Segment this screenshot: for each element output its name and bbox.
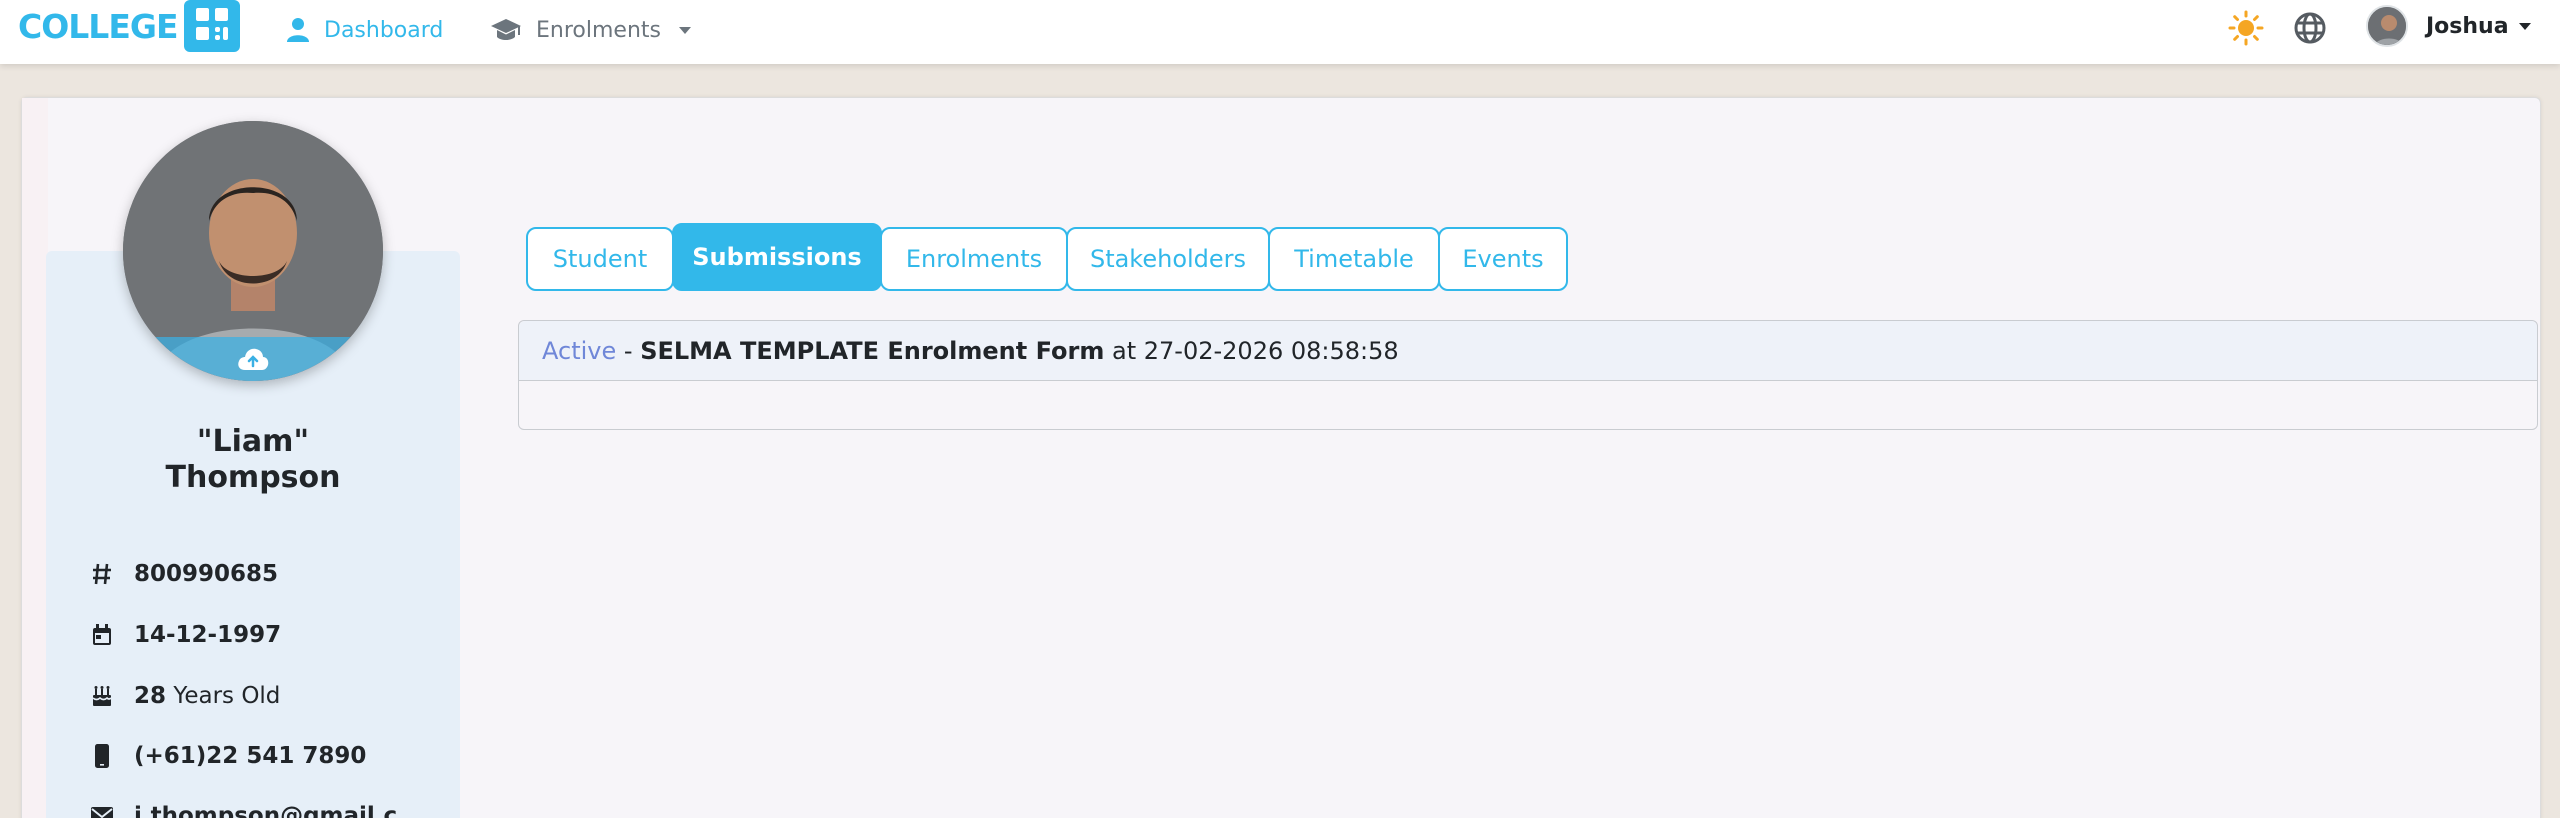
student-dob-row: 14-12-1997 xyxy=(90,619,281,651)
chevron-down-icon xyxy=(678,26,691,34)
submission-header: Active - SELMA TEMPLATE Enrolment Form a… xyxy=(519,321,2537,381)
submission-form-name: SELMA TEMPLATE Enrolment Form xyxy=(640,336,1105,365)
user-icon xyxy=(287,18,309,42)
hash-icon xyxy=(90,561,114,587)
student-age-suffix: Years Old xyxy=(173,683,281,709)
nav-enrolments-dropdown[interactable]: Enrolments xyxy=(490,14,691,46)
student-phone-row: (+61)22 541 7890 xyxy=(90,740,366,772)
student-email-row: j.thompson@gmail.c xyxy=(90,800,397,818)
envelope-icon xyxy=(90,803,114,818)
submission-datetime: 27-02-2026 08:58:58 xyxy=(1143,336,1399,365)
tab-student[interactable]: Student xyxy=(526,227,674,291)
mobile-phone-icon xyxy=(90,743,114,769)
student-email[interactable]: j.thompson@gmail.c xyxy=(134,803,397,818)
tab-submissions[interactable]: Submissions xyxy=(672,223,882,291)
student-id: 800990685 xyxy=(134,561,279,587)
cloud-upload-icon xyxy=(238,348,269,370)
student-nickname: "Liam" xyxy=(196,424,310,459)
submission-item[interactable]: Active - SELMA TEMPLATE Enrolment Form a… xyxy=(518,320,2538,430)
nav-dashboard-label: Dashboard xyxy=(324,17,444,43)
student-photo xyxy=(123,121,383,381)
user-menu-dropdown[interactable]: Joshua xyxy=(2426,12,2531,40)
globe-icon[interactable] xyxy=(2292,10,2328,46)
submission-separator: - xyxy=(623,336,633,365)
upload-photo-button[interactable] xyxy=(123,337,383,381)
tab-stakeholders[interactable]: Stakeholders xyxy=(1066,227,1270,291)
student-phone[interactable]: (+61)22 541 7890 xyxy=(134,743,366,769)
graduation-cap-icon xyxy=(491,19,521,40)
card-left-strip xyxy=(22,98,48,818)
nav-dashboard[interactable]: Dashboard xyxy=(286,14,443,46)
top-navbar: COLLEGE Dashboard Enrolments Joshua xyxy=(0,0,2560,64)
tab-events[interactable]: Events xyxy=(1438,227,1568,291)
student-surname: Thompson xyxy=(165,460,341,495)
tab-enrolments[interactable]: Enrolments xyxy=(880,227,1068,291)
student-dob: 14-12-1997 xyxy=(134,622,282,648)
user-avatar[interactable] xyxy=(2366,5,2408,47)
calendar-icon xyxy=(90,622,114,648)
student-age-row: 28 Years Old xyxy=(90,680,280,712)
qr-logo-icon[interactable] xyxy=(184,0,240,52)
student-full-name: "Liam" Thompson xyxy=(46,424,460,496)
birthday-cake-icon xyxy=(90,683,114,709)
tab-timetable[interactable]: Timetable xyxy=(1268,227,1440,291)
person-avatar-icon xyxy=(2368,7,2406,45)
sun-icon[interactable] xyxy=(2228,10,2264,46)
chevron-down-icon xyxy=(2518,22,2531,30)
user-name-label: Joshua xyxy=(2426,13,2509,39)
submission-at-label: at xyxy=(1111,336,1137,365)
submission-status: Active xyxy=(542,336,617,365)
student-age: 28 xyxy=(134,683,167,709)
student-id-row: 800990685 xyxy=(90,558,278,590)
nav-enrolments-label: Enrolments xyxy=(536,17,661,43)
brand-name[interactable]: COLLEGE xyxy=(18,7,178,46)
